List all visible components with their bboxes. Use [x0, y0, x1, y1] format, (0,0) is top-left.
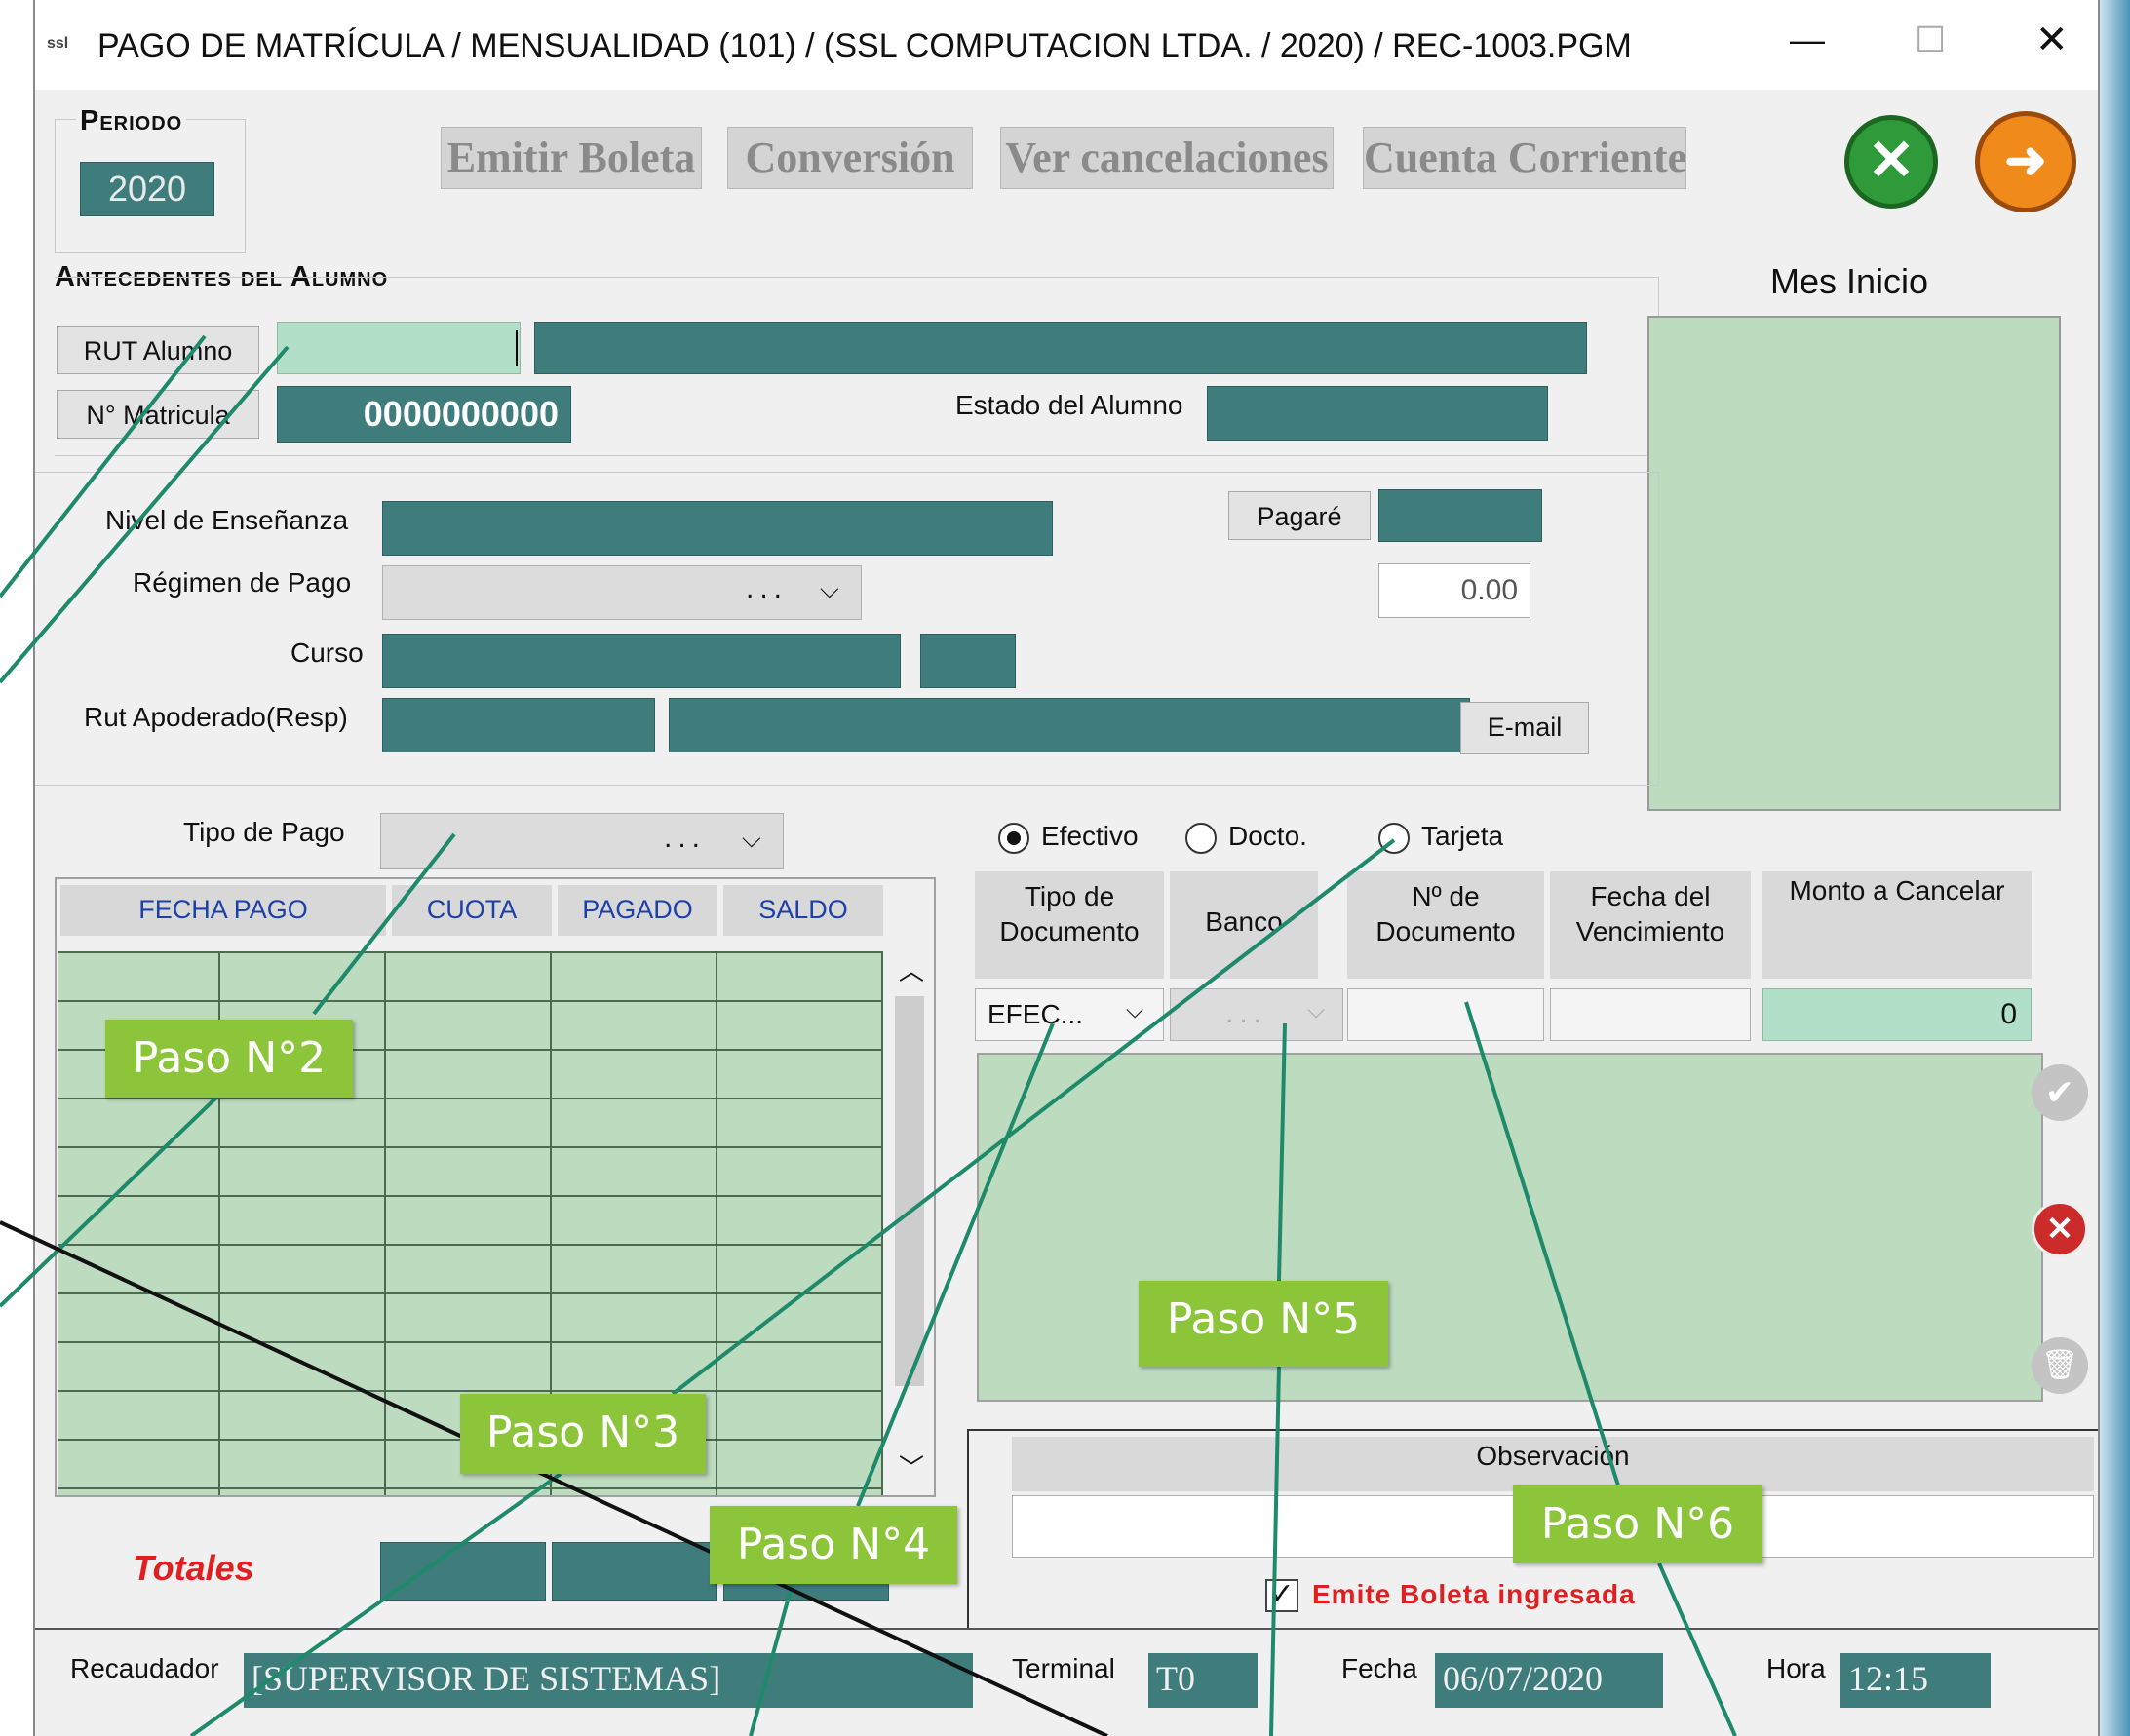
pointer-line-rut-1 [0, 334, 207, 598]
pointer-line-paso6-down [1657, 1562, 1737, 1736]
pointer-line-paso5-down [1269, 1366, 1281, 1736]
paso-2-label: Paso N°2 [105, 1020, 353, 1098]
pointer-line-paso5-up [1277, 1022, 1287, 1282]
pointer-line-paso6-up [1464, 1001, 1620, 1486]
paso-3-label: Paso N°3 [460, 1394, 706, 1474]
pointer-line-paso4-up [856, 1022, 1055, 1507]
pointer-line-rut-2 [0, 345, 290, 684]
pointer-line-paso4-down [749, 1557, 801, 1736]
pointer-line-paso3-down [189, 1472, 562, 1736]
pointer-line-paso2-up [312, 832, 456, 1016]
pointer-line-paso2-down [0, 1096, 218, 1308]
annotation-lines [0, 334, 1737, 1736]
paso-5-label: Paso N°5 [1139, 1281, 1388, 1367]
paso-6-label: Paso N°6 [1513, 1485, 1762, 1563]
paso-4-label: Paso N°4 [710, 1506, 957, 1584]
